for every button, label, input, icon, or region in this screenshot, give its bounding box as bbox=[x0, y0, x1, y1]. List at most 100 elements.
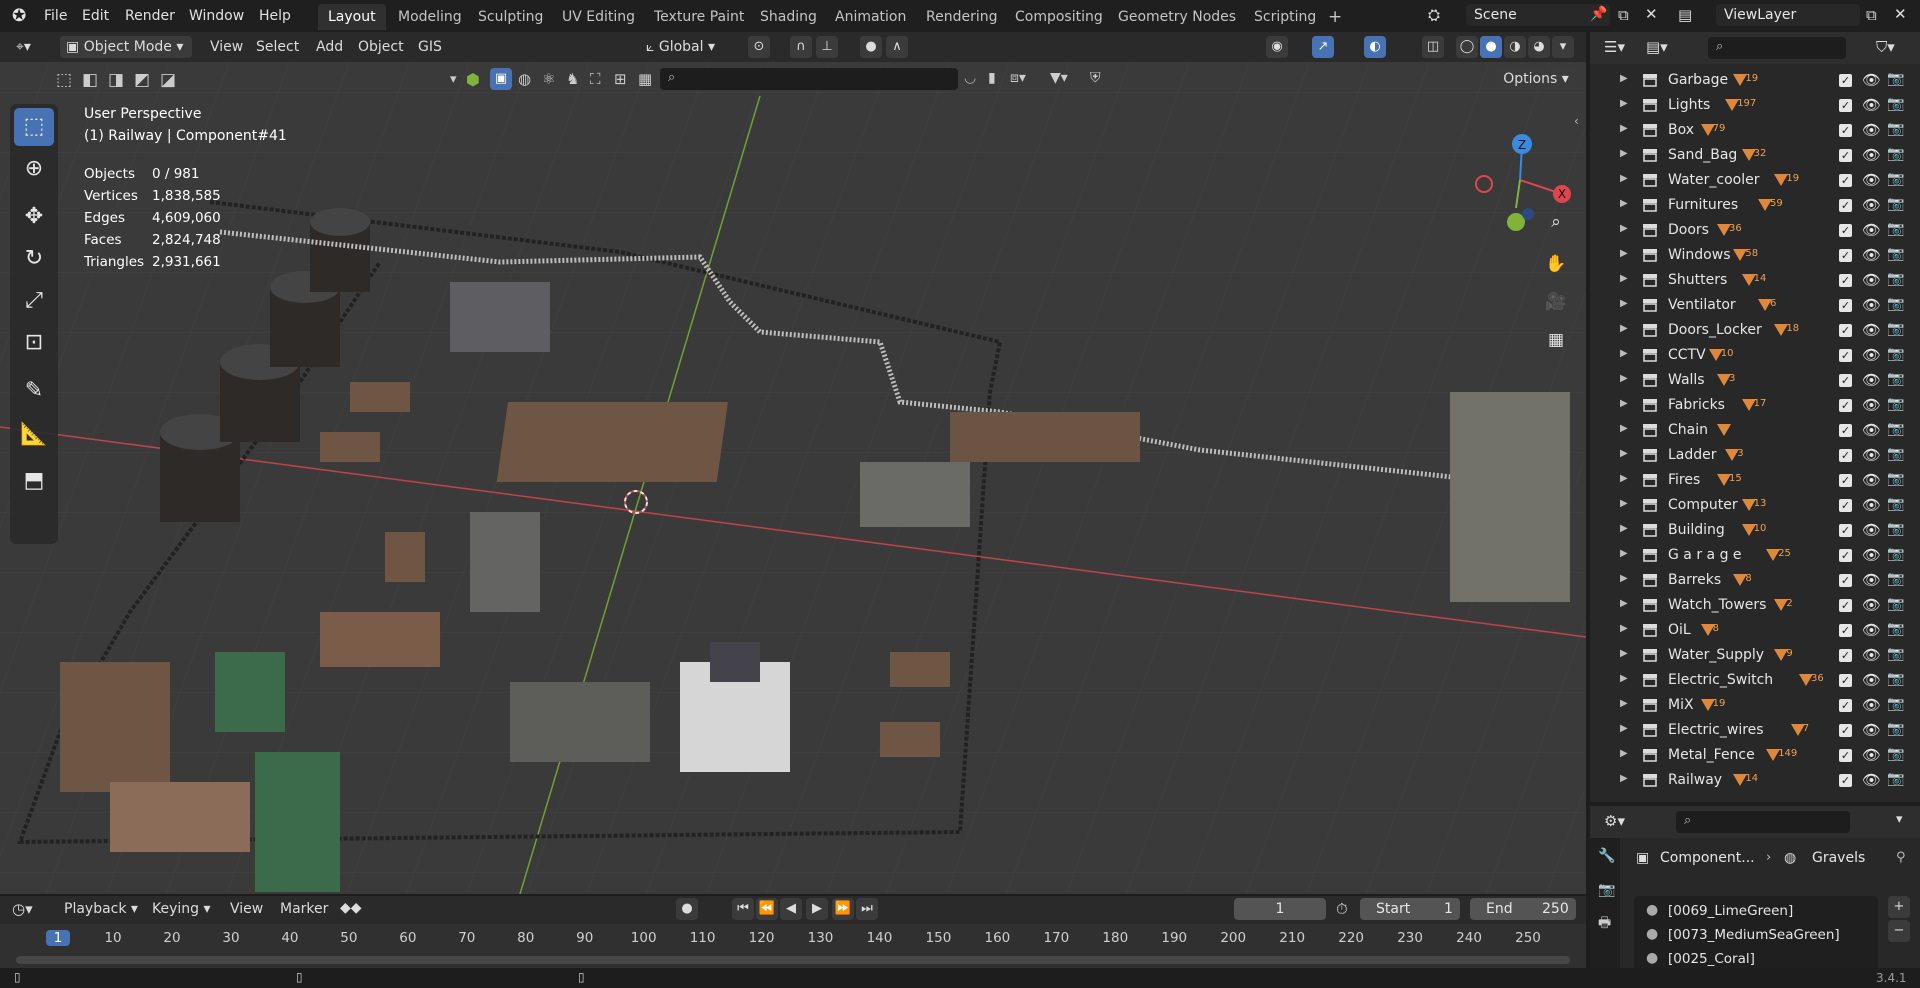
list-item[interactable]: ▶ CCTV 10 ✓ 👁 📷 bbox=[1590, 343, 1920, 368]
wireframe-shading-icon[interactable]: ◯ bbox=[1456, 36, 1478, 58]
eye-icon[interactable]: 👁 bbox=[1862, 271, 1881, 289]
list-item[interactable]: ▶ OiL 8 ✓ 👁 📷 bbox=[1590, 618, 1920, 643]
play-icon[interactable]: ▶ bbox=[806, 898, 828, 920]
collection-name[interactable]: Sand_Bag bbox=[1668, 147, 1737, 163]
editor-type-button[interactable]: ⌖▾ bbox=[10, 36, 37, 58]
sort-icon[interactable]: ⧈▾ bbox=[1010, 70, 1026, 86]
menu-window[interactable]: Window bbox=[189, 5, 244, 27]
list-item[interactable]: ▶ Ventilator 6 ✓ 👁 📷 bbox=[1590, 293, 1920, 318]
outliner-search-input[interactable]: ⌕ bbox=[1708, 37, 1846, 59]
camera-icon[interactable]: 📷 bbox=[1887, 646, 1904, 662]
list-item[interactable]: ▶ Computer 13 ✓ 👁 📷 bbox=[1590, 493, 1920, 518]
disclosure-arrow-icon[interactable]: ▶ bbox=[1620, 123, 1628, 134]
timeline-ruler[interactable]: 1 10 20 30 40 50 60 70 80 90 100 110 120 130 140 150 160… bbox=[0, 924, 1586, 968]
list-item[interactable]: ▶ Fires 15 ✓ 👁 📷 bbox=[1590, 468, 1920, 493]
exclude-checkbox[interactable]: ✓ bbox=[1839, 424, 1852, 437]
remove-view-layer-icon[interactable]: ✕ bbox=[1894, 5, 1907, 23]
filter-icon-3[interactable]: ♞ bbox=[566, 70, 579, 88]
collection-name[interactable]: Doors bbox=[1668, 222, 1709, 238]
measure-tool-icon[interactable]: 📐 bbox=[14, 416, 54, 454]
collection-name[interactable]: Electric_Switch bbox=[1668, 672, 1773, 688]
menu-help[interactable]: Help bbox=[259, 5, 291, 27]
collection-name[interactable]: Walls bbox=[1668, 372, 1705, 388]
camera-icon[interactable]: 📷 bbox=[1887, 121, 1904, 137]
menu-select[interactable]: Select bbox=[250, 36, 305, 58]
transform-orientation-dropdown[interactable]: ⟀ Global ▾ bbox=[640, 36, 736, 58]
list-item[interactable]: ▶ Barreks 8 ✓ 👁 📷 bbox=[1590, 568, 1920, 593]
exclude-checkbox[interactable]: ✓ bbox=[1839, 224, 1852, 237]
camera-icon[interactable]: 📷 bbox=[1887, 521, 1904, 537]
camera-icon[interactable]: 📷 bbox=[1887, 221, 1904, 237]
disclosure-arrow-icon[interactable]: ▶ bbox=[1620, 148, 1628, 159]
camera-icon[interactable]: 📷 bbox=[1887, 471, 1904, 487]
list-item[interactable]: ▶ Walls 3 ✓ 👁 📷 bbox=[1590, 368, 1920, 393]
list-item[interactable]: ▶ Electric_Switch 36 ✓ 👁 📷 bbox=[1590, 668, 1920, 693]
disclosure-arrow-icon[interactable]: ▶ bbox=[1620, 173, 1628, 184]
view-layer-field[interactable]: ViewLayer bbox=[1716, 4, 1860, 26]
exclude-checkbox[interactable]: ✓ bbox=[1839, 274, 1852, 287]
eye-icon[interactable]: 👁 bbox=[1862, 146, 1881, 164]
collection-name[interactable]: Lights bbox=[1668, 97, 1710, 113]
exclude-checkbox[interactable]: ✓ bbox=[1839, 199, 1852, 212]
exclude-checkbox[interactable]: ✓ bbox=[1839, 549, 1852, 562]
camera-icon[interactable]: 📷 bbox=[1887, 171, 1904, 187]
tab-layout[interactable]: Layout bbox=[318, 4, 386, 30]
eye-icon[interactable]: 👁 bbox=[1862, 571, 1881, 589]
disclosure-arrow-icon[interactable]: ▶ bbox=[1620, 298, 1628, 309]
proportional-edit-icon[interactable]: ● bbox=[860, 36, 882, 58]
collection-name[interactable]: Water_cooler bbox=[1668, 172, 1759, 188]
tab-animation[interactable]: Animation bbox=[825, 4, 916, 30]
pan-hand-icon[interactable]: ✋ bbox=[1542, 250, 1570, 278]
camera-icon[interactable]: 📷 bbox=[1887, 421, 1904, 437]
camera-icon[interactable]: 📷 bbox=[1887, 196, 1904, 212]
collection-name[interactable]: Metal_Fence bbox=[1668, 747, 1755, 763]
eye-icon[interactable]: 👁 bbox=[1862, 771, 1881, 789]
camera-icon[interactable]: 📷 bbox=[1887, 746, 1904, 762]
camera-icon[interactable]: 📷 bbox=[1887, 596, 1904, 612]
disclosure-arrow-icon[interactable]: ▶ bbox=[1620, 373, 1628, 384]
snap-target-icon[interactable]: ⊥ bbox=[816, 36, 838, 58]
exclude-checkbox[interactable]: ✓ bbox=[1839, 174, 1852, 187]
eye-icon[interactable]: 👁 bbox=[1862, 296, 1881, 314]
disclosure-arrow-icon[interactable]: ▶ bbox=[1620, 323, 1628, 334]
rendered-shading-icon[interactable]: ◕ bbox=[1528, 36, 1550, 58]
breadcrumb-object[interactable]: Component... bbox=[1660, 850, 1755, 866]
properties-search-input[interactable]: ⌕ bbox=[1676, 811, 1850, 833]
eye-icon[interactable]: 👁 bbox=[1862, 446, 1881, 464]
eye-icon[interactable]: 👁 bbox=[1862, 546, 1881, 564]
list-item[interactable]: ▶ Windows 58 ✓ 👁 📷 bbox=[1590, 243, 1920, 268]
disclosure-arrow-icon[interactable]: ▶ bbox=[1620, 548, 1628, 559]
camera-icon[interactable]: 📷 bbox=[1887, 246, 1904, 262]
list-item[interactable]: ▶ Shutters 14 ✓ 👁 📷 bbox=[1590, 268, 1920, 293]
exclude-checkbox[interactable]: ✓ bbox=[1839, 574, 1852, 587]
collection-name[interactable]: G a r a g e bbox=[1668, 547, 1742, 563]
collection-name[interactable]: Garbage bbox=[1668, 72, 1728, 88]
camera-icon[interactable]: 📷 bbox=[1887, 721, 1904, 737]
list-item[interactable]: ▶ Building 10 ✓ 👁 📷 bbox=[1590, 518, 1920, 543]
gizmo-toggle-icon[interactable]: ↗ bbox=[1312, 36, 1334, 58]
disclosure-arrow-icon[interactable]: ▶ bbox=[1620, 223, 1628, 234]
camera-view-icon[interactable]: 🎥 bbox=[1542, 288, 1570, 316]
disclosure-arrow-icon[interactable]: ▶ bbox=[1620, 623, 1628, 634]
playhead-frame-label[interactable]: 1 bbox=[46, 930, 70, 946]
move-tool-icon[interactable]: ✥ bbox=[14, 198, 54, 236]
tab-scripting[interactable]: Scripting bbox=[1244, 4, 1326, 30]
eye-icon[interactable]: 👁 bbox=[1862, 121, 1881, 139]
new-scene-icon[interactable]: ⧉ bbox=[1618, 6, 1629, 24]
new-view-layer-icon[interactable]: ⧉ bbox=[1866, 6, 1877, 24]
filter-icon-1[interactable]: ◍ bbox=[518, 70, 531, 88]
menu-keying[interactable]: Keying ▾ bbox=[146, 898, 217, 920]
list-item[interactable]: ● [0073_MediumSeaGreen] bbox=[1640, 924, 1870, 946]
filter-icon-2[interactable]: ⚛ bbox=[542, 70, 555, 88]
camera-icon[interactable]: 📷 bbox=[1887, 146, 1904, 162]
exclude-checkbox[interactable]: ✓ bbox=[1839, 499, 1852, 512]
disclosure-arrow-icon[interactable]: ▶ bbox=[1620, 523, 1628, 534]
exclude-checkbox[interactable]: ✓ bbox=[1839, 599, 1852, 612]
disclosure-arrow-icon[interactable]: ▶ bbox=[1620, 573, 1628, 584]
eye-icon[interactable]: 👁 bbox=[1862, 246, 1881, 264]
eye-icon[interactable]: 👁 bbox=[1862, 521, 1881, 539]
eye-icon[interactable]: 👁 bbox=[1862, 496, 1881, 514]
collection-name[interactable]: CCTV bbox=[1668, 347, 1706, 363]
collection-name[interactable]: Fabricks bbox=[1668, 397, 1725, 413]
list-item[interactable]: ▶ Furnitures 59 ✓ 👁 📷 bbox=[1590, 193, 1920, 218]
